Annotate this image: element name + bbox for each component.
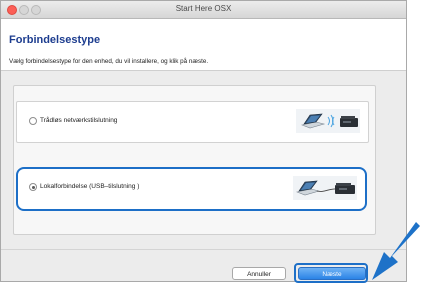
next-button[interactable]: Næste [298,267,366,280]
option-usb[interactable]: Lokalforbindelse (USB–tilslutning ) [16,167,367,211]
page-title: Forbindelsestype [9,34,101,46]
page-header: Forbindelsestype Vælg forbindelsestype f… [1,19,406,71]
option-wireless-label: Trådløs netværkstilslutning [40,117,118,124]
footer-divider [1,249,406,250]
installer-window: Start Here OSX Forbindelsestype Vælg for… [0,0,407,283]
radio-wireless[interactable] [29,117,37,125]
cancel-button[interactable]: Annuller [232,267,286,280]
wireless-connection-icon [296,109,360,133]
option-wireless[interactable]: Trådløs netværkstilslutning [16,101,369,143]
radio-usb[interactable] [29,183,37,191]
usb-connection-icon [293,176,357,200]
option-usb-label: Lokalforbindelse (USB–tilslutning ) [40,183,140,190]
pointer-arrow-icon [372,222,420,280]
title-bar: Start Here OSX [1,1,406,19]
window-title: Start Here OSX [175,4,232,13]
page-instructions: Vælg forbindelsestype for den enhed, du … [9,58,209,65]
